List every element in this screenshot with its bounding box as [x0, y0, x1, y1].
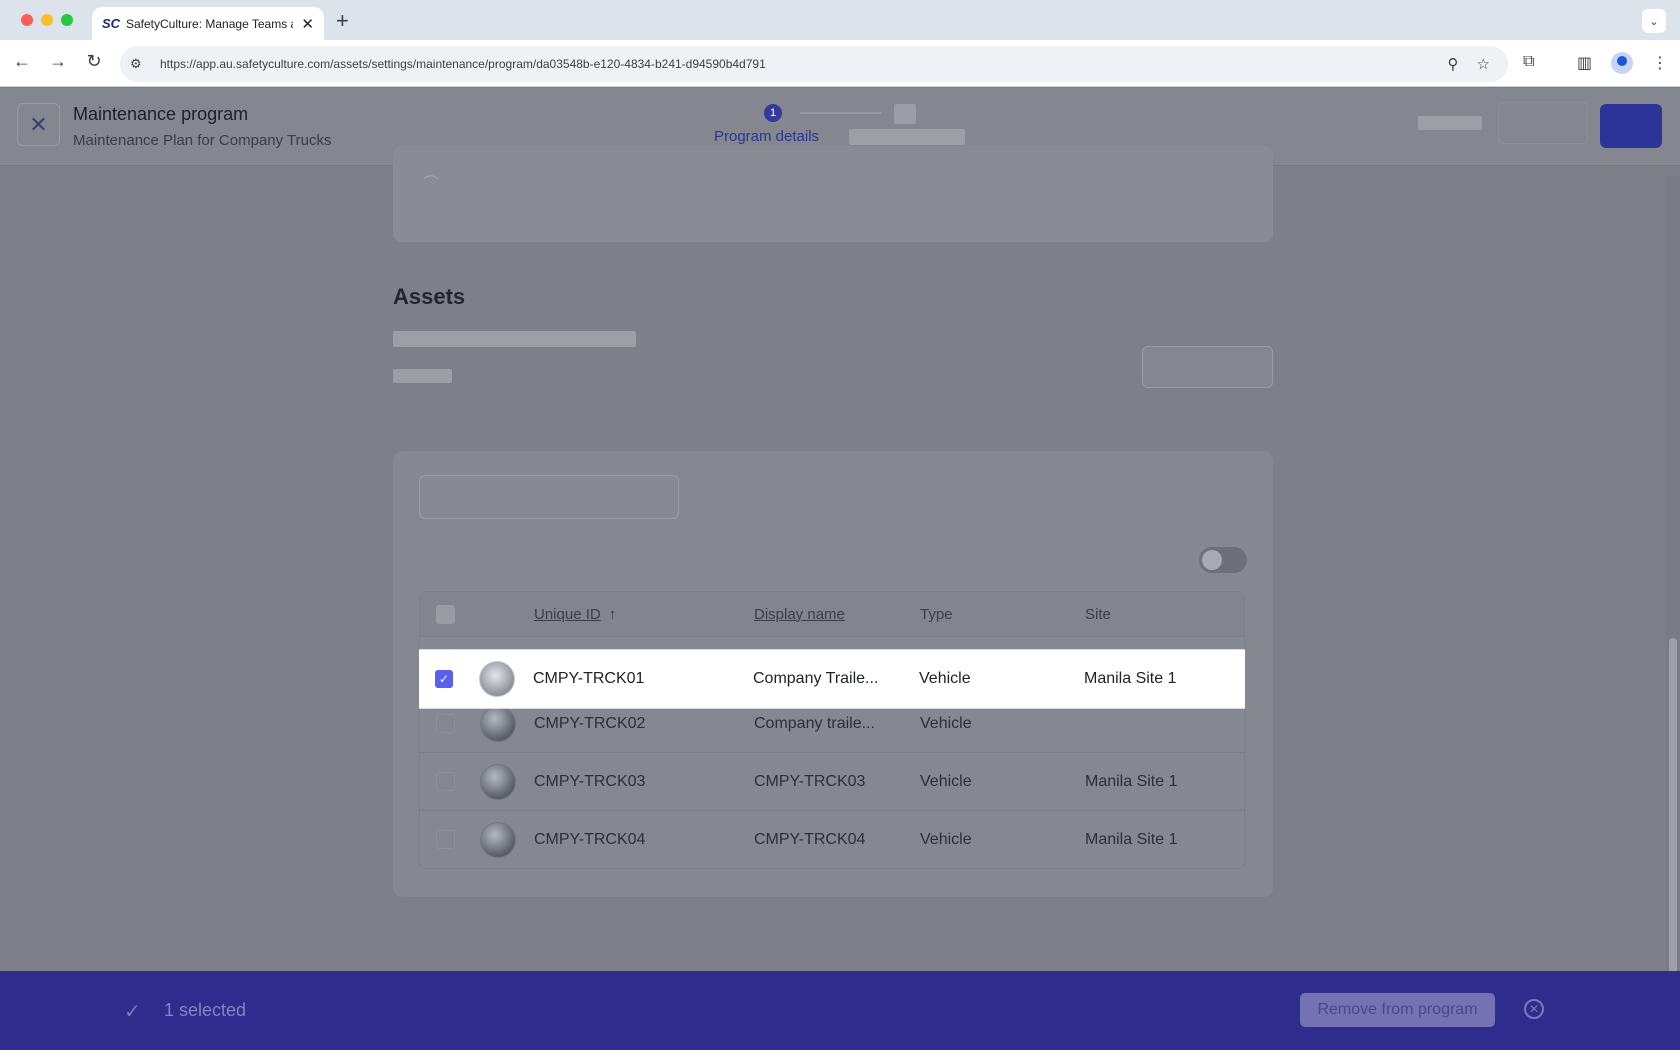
- maximize-window-button[interactable]: [61, 14, 73, 26]
- close-icon: ✕: [29, 111, 48, 137]
- primary-header-button[interactable]: [1600, 104, 1662, 148]
- row-checkbox[interactable]: [436, 772, 455, 791]
- column-header-type: Type: [920, 605, 953, 623]
- search-input[interactable]: [419, 475, 679, 519]
- close-window-button[interactable]: [21, 14, 33, 26]
- profile-avatar-icon[interactable]: [1611, 52, 1633, 74]
- assets-heading: Assets: [393, 284, 466, 309]
- bookmark-star-icon[interactable]: ☆: [1477, 55, 1490, 73]
- page-subtitle: Maintenance Plan for Company Trucks: [73, 132, 332, 149]
- type-cell: Vehicle: [919, 670, 971, 687]
- reload-icon[interactable]: ↻: [82, 51, 106, 72]
- asset-thumbnail: [479, 661, 515, 697]
- page-title: Maintenance program: [73, 104, 249, 124]
- display-name-cell: CMPY-TRCK04: [754, 830, 866, 848]
- filter-toggle[interactable]: [1199, 547, 1247, 573]
- side-panel-icon[interactable]: ▥: [1577, 53, 1592, 73]
- selected-count: 1 selected: [164, 1000, 247, 1020]
- column-header-site: Site: [1085, 605, 1111, 623]
- forward-icon[interactable]: →: [46, 51, 70, 72]
- select-all-checkbox[interactable]: [436, 604, 455, 624]
- asset-thumbnail: [480, 821, 516, 858]
- step-indicator: 1: [764, 104, 782, 122]
- site-info-icon[interactable]: ⚙: [130, 56, 156, 72]
- step-connector: [800, 112, 882, 114]
- table-row[interactable]: CMPY-TRCK03 CMPY-TRCK03 Vehicle Manila S…: [420, 752, 1244, 810]
- minimize-window-button[interactable]: [41, 14, 53, 26]
- browser-menu-icon[interactable]: ⋮: [1652, 53, 1668, 73]
- asset-thumbnail: [480, 763, 516, 800]
- table-row[interactable]: CMPY-TRCK04 CMPY-TRCK04 Vehicle Manila S…: [420, 810, 1244, 868]
- add-assets-button[interactable]: [1142, 346, 1273, 388]
- display-name-cell: Company Traile...: [753, 670, 879, 687]
- site-cell: Manila Site 1: [1084, 670, 1177, 687]
- unique-id-cell: CMPY-TRCK01: [533, 670, 645, 687]
- row-checkbox[interactable]: [436, 714, 455, 733]
- safetyculture-favicon-icon: SC: [102, 16, 121, 31]
- sort-ascending-icon[interactable]: ↑: [609, 606, 617, 623]
- table-row-selected[interactable]: ✓ CMPY-TRCK01 Company Traile... Vehicle …: [419, 649, 1245, 709]
- tab-close-icon[interactable]: ✕: [301, 15, 314, 33]
- table-header-row: Unique ID ↑ Display name Type Site: [420, 592, 1244, 636]
- remove-from-program-button[interactable]: Remove from program: [1300, 993, 1495, 1027]
- tab-search-chevron-icon[interactable]: ⌄: [1642, 9, 1666, 33]
- unique-id-cell: CMPY-TRCK04: [534, 830, 646, 848]
- bulk-action-bar: ✓ 1 selected Remove from program ✕: [0, 971, 1680, 1050]
- step-label[interactable]: Program details: [714, 128, 819, 145]
- browser-tab[interactable]: SC SafetyCulture: Manage Teams and... ✕: [92, 7, 324, 40]
- browser-tab-bar: SC SafetyCulture: Manage Teams and... ✕ …: [0, 0, 1680, 40]
- row-checkbox[interactable]: [436, 830, 455, 849]
- step-placeholder: [894, 104, 916, 124]
- page-content: ✕ Maintenance program Maintenance Plan f…: [0, 88, 1680, 1050]
- details-card: ⌒: [393, 146, 1273, 242]
- column-header-display-name[interactable]: Display name: [754, 606, 845, 623]
- assets-description-placeholder: [393, 331, 636, 347]
- asset-thumbnail: [480, 705, 516, 742]
- type-cell: Vehicle: [920, 772, 972, 790]
- new-tab-icon[interactable]: +: [336, 8, 349, 34]
- row-checkbox-checked[interactable]: ✓: [435, 670, 453, 688]
- checkmark-icon: ✓: [438, 672, 450, 686]
- step-label-placeholder: [849, 129, 965, 145]
- back-icon[interactable]: ←: [10, 51, 34, 72]
- type-cell: Vehicle: [920, 830, 972, 848]
- page-scrollbar[interactable]: [1666, 176, 1680, 1050]
- clear-selection-icon[interactable]: ✕: [1524, 999, 1544, 1019]
- extensions-icon[interactable]: ⧉: [1523, 53, 1534, 71]
- secondary-header-button[interactable]: [1498, 102, 1588, 144]
- display-name-cell: CMPY-TRCK03: [754, 772, 866, 790]
- assets-count-placeholder: [393, 369, 452, 383]
- column-header-unique-id[interactable]: Unique ID: [534, 606, 601, 623]
- unique-id-cell: CMPY-TRCK03: [534, 772, 646, 790]
- zoom-icon[interactable]: ⚲: [1448, 55, 1459, 73]
- check-icon: ✓: [124, 1001, 141, 1023]
- site-cell: Manila Site 1: [1085, 772, 1178, 790]
- close-program-button[interactable]: ✕: [17, 103, 60, 146]
- browser-toolbar: ← → ↻ ⚙ https://app.au.safetyculture.com…: [0, 40, 1680, 87]
- tab-title: SafetyCulture: Manage Teams and...: [126, 16, 293, 31]
- address-bar[interactable]: ⚙ https://app.au.safetyculture.com/asset…: [120, 46, 1508, 82]
- url-text[interactable]: https://app.au.safetyculture.com/assets/…: [160, 57, 1448, 71]
- spinner-icon: ⌒: [423, 176, 440, 193]
- assets-table: Unique ID ↑ Display name Type Site CMPY-T…: [419, 591, 1245, 869]
- site-cell: Manila Site 1: [1085, 830, 1178, 848]
- header-text-placeholder: [1418, 116, 1482, 130]
